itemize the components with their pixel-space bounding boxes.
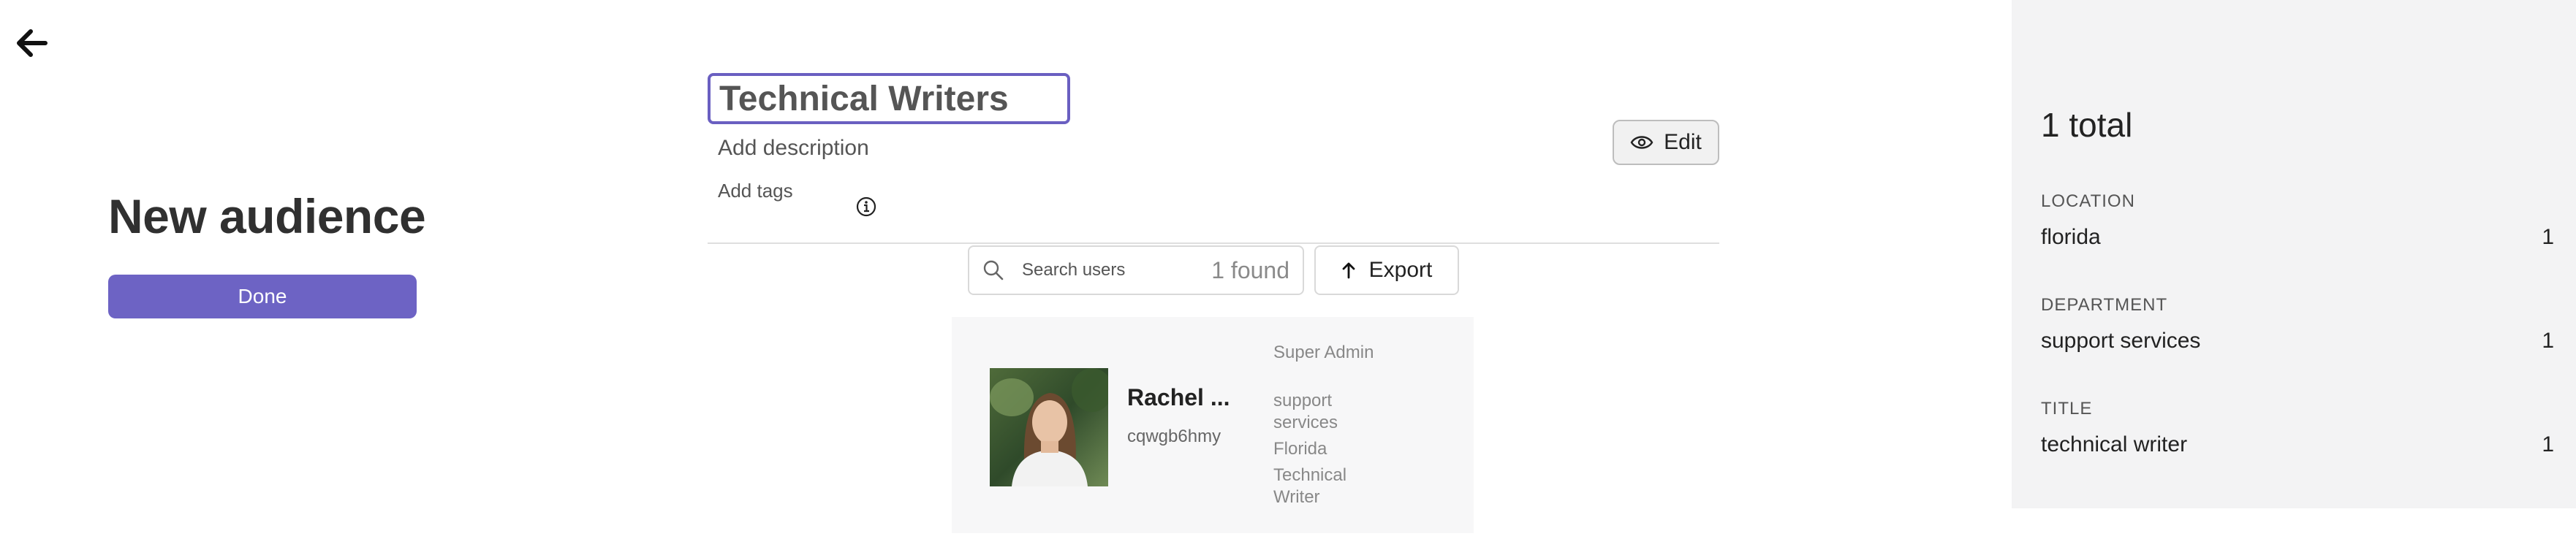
results-count: 1 found (1211, 256, 1289, 283)
location-value: florida (2041, 225, 2101, 249)
location-count: 1 (2542, 225, 2554, 249)
user-title: Technical Writer (1273, 465, 1347, 507)
title-value: technical writer (2041, 432, 2188, 456)
search-box[interactable]: 1 found (968, 245, 1304, 295)
user-role: Super Admin (1273, 343, 1374, 362)
search-icon (983, 260, 1004, 280)
title-count: 1 (2542, 432, 2554, 456)
eye-icon (1630, 136, 1653, 149)
user-location: Florida (1273, 439, 1327, 459)
export-button[interactable]: Export (1314, 245, 1459, 295)
page-title: New audience (108, 189, 426, 243)
avatar (990, 368, 1108, 486)
info-icon[interactable] (855, 196, 877, 218)
back-arrow-icon[interactable] (13, 25, 51, 61)
user-department: support services (1273, 391, 1338, 432)
export-label: Export (1368, 258, 1433, 282)
user-card[interactable]: Rachel ... cqwgb6hmy Super Admin support… (952, 317, 1474, 533)
department-value: support services (2041, 329, 2201, 353)
done-button[interactable]: Done (108, 275, 417, 318)
audience-name-input[interactable] (708, 73, 1070, 124)
edit-label: Edit (1664, 130, 1702, 154)
section-label-location: LOCATION (2041, 191, 2135, 211)
arrow-up-icon (1342, 262, 1355, 279)
user-name: Rachel ... (1127, 384, 1230, 410)
add-tags-field[interactable]: Add tags (718, 180, 793, 202)
edit-button[interactable]: Edit (1613, 120, 1719, 165)
total-count: 1 total (2041, 106, 2133, 144)
summary-panel: 1 total LOCATION florida 1 DEPARTMENT su… (2012, 0, 2576, 508)
header-divider (708, 242, 1719, 244)
add-description-field[interactable]: Add description (718, 136, 869, 161)
user-id: cqwgb6hmy (1127, 427, 1221, 446)
section-label-title: TITLE (2041, 399, 2093, 418)
department-count: 1 (2542, 329, 2554, 353)
search-input[interactable] (1020, 259, 1212, 281)
section-label-department: DEPARTMENT (2041, 295, 2168, 315)
